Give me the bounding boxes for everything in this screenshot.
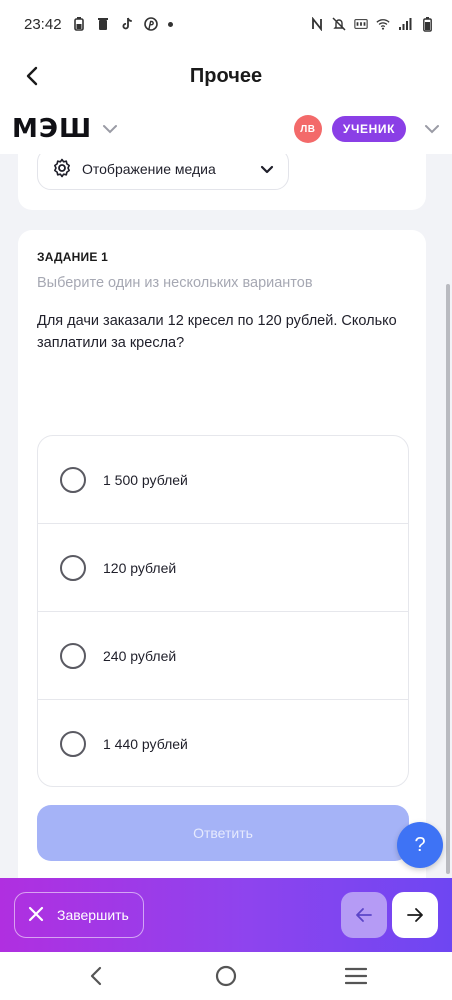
- page-title: Прочее: [189, 64, 263, 87]
- answer-option[interactable]: 1 440 рублей: [38, 700, 408, 786]
- tiktok-icon: [120, 17, 134, 31]
- radio-button[interactable]: [60, 554, 86, 581]
- avatar[interactable]: ЛВ: [293, 115, 322, 143]
- status-time: 23:42: [24, 15, 62, 33]
- arrow-left-icon: [356, 908, 372, 922]
- radio-button[interactable]: [60, 731, 86, 757]
- finish-label: Завершить: [57, 907, 129, 923]
- close-icon: [27, 905, 45, 926]
- home-circle-icon[interactable]: [214, 964, 238, 988]
- recents-icon[interactable]: [344, 964, 368, 988]
- header-right: ЛВ УЧЕНИК: [293, 115, 440, 143]
- logo-chevron-down-icon[interactable]: [102, 124, 118, 134]
- help-button[interactable]: ?: [397, 822, 443, 868]
- next-button[interactable]: [392, 892, 438, 938]
- back-triangle-icon[interactable]: [84, 964, 108, 988]
- volte-icon: [354, 17, 368, 31]
- mute-icon: [332, 17, 346, 31]
- task-hint: Выберите один из нескольких вариантов: [37, 275, 313, 291]
- chevron-down-icon: [260, 165, 274, 174]
- dot-icon: [167, 21, 173, 27]
- battery-icon: [420, 16, 434, 32]
- app-bar: Прочее: [0, 48, 452, 104]
- answer-button[interactable]: Ответить: [37, 805, 409, 861]
- media-display-button[interactable]: Отображение медиа: [37, 154, 289, 190]
- task-question: Для дачи заказали 12 кресел по 120 рубле…: [37, 313, 397, 351]
- option-label: 120 рублей: [103, 559, 177, 576]
- battery-saver-icon: [72, 17, 86, 31]
- radio-button[interactable]: [60, 466, 86, 493]
- status-left: 23:42: [24, 16, 173, 33]
- option-label: 1 440 рублей: [103, 736, 188, 752]
- signal-icon: [398, 17, 412, 31]
- trash-icon: [96, 17, 110, 31]
- system-navigation: [0, 952, 452, 1000]
- answer-option[interactable]: 120 рублей: [38, 524, 408, 612]
- role-badge[interactable]: УЧЕНИК: [331, 116, 406, 142]
- bottom-action-bar: Завершить: [0, 878, 452, 952]
- task-label: ЗАДАНИЕ 1: [37, 250, 108, 264]
- chevron-left-icon: [26, 66, 38, 86]
- content-area[interactable]: Отображение медиа ЗАДАНИЕ 1 Выберите оди…: [0, 154, 452, 878]
- media-card: Отображение медиа: [18, 154, 426, 210]
- nfc-icon: [310, 17, 324, 31]
- pinterest-icon: [143, 17, 158, 31]
- role-chevron-down-icon[interactable]: [424, 124, 440, 134]
- arrow-right-icon: [407, 908, 423, 922]
- back-button[interactable]: [16, 60, 48, 92]
- answer-options: 1 500 рублей 120 рублей 240 рублей 1 440…: [37, 435, 409, 787]
- wifi-icon: [376, 17, 390, 31]
- gear-icon: [52, 158, 72, 181]
- answer-option[interactable]: 240 рублей: [38, 612, 408, 700]
- radio-button[interactable]: [60, 642, 86, 669]
- option-label: 1 500 рублей: [103, 471, 188, 488]
- scrollbar[interactable]: [446, 284, 450, 874]
- help-label: ?: [414, 833, 426, 856]
- media-display-label: Отображение медиа: [82, 161, 216, 177]
- option-label: 240 рублей: [103, 647, 177, 664]
- mesh-logo[interactable]: МЭШ: [12, 114, 92, 144]
- task-card: ЗАДАНИЕ 1 Выберите один из нескольких ва…: [18, 230, 426, 878]
- mesh-header: МЭШ ЛВ УЧЕНИК: [0, 104, 452, 154]
- answer-option[interactable]: 1 500 рублей: [38, 436, 408, 524]
- status-bar: 23:42: [0, 0, 452, 48]
- finish-button[interactable]: Завершить: [14, 892, 144, 938]
- status-right: [310, 16, 434, 32]
- previous-button[interactable]: [341, 892, 387, 938]
